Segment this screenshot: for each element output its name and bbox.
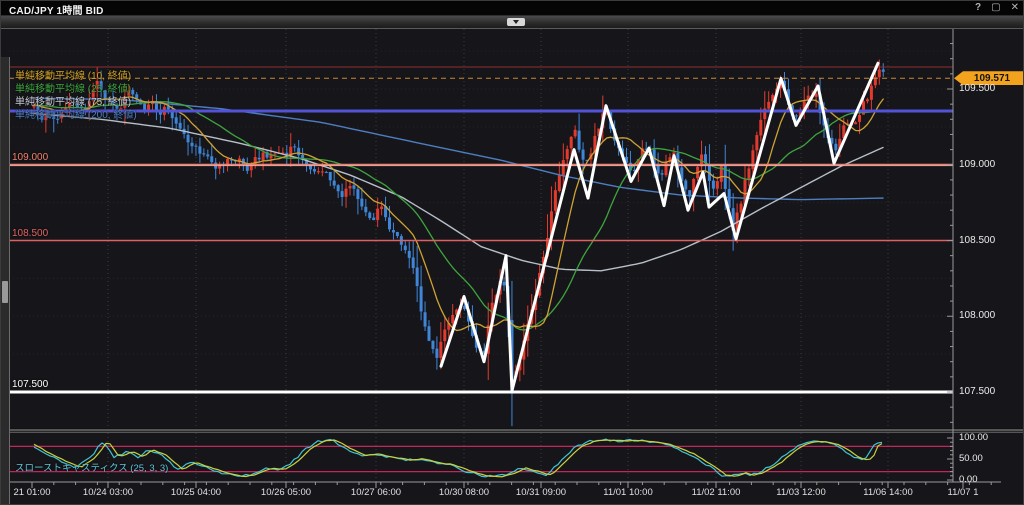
x-axis-label: 10/24 03:00	[73, 487, 143, 498]
x-axis-label: 10/27 06:00	[341, 487, 411, 498]
help-button[interactable]: ?	[975, 1, 981, 15]
ma75-line	[31, 113, 883, 271]
left-price-label: 107.500	[12, 379, 48, 390]
x-axis-label: 10/26 05:00	[251, 487, 321, 498]
price-axis-label: 107.500	[959, 386, 995, 397]
stoch-scale-label: 100.00	[959, 432, 988, 443]
toolbar-strip	[1, 16, 1024, 29]
chart-area: 単純移動平均線 (10, 終値)単純移動平均線 (25, 終値)単純移動平均線 …	[1, 29, 1024, 505]
scrollbar-thumb[interactable]	[2, 281, 8, 303]
stoch-scale-label: 50.00	[959, 453, 983, 464]
stoch-scale-label: 0.00	[959, 474, 978, 485]
legend-item-ma75[interactable]: 単純移動平均線 (75, 終値)	[15, 96, 137, 109]
candles-layer	[33, 60, 885, 427]
toolbar-toggle-button[interactable]	[507, 18, 525, 26]
price-axis-label: 109.000	[959, 159, 995, 170]
x-axis-label: 11/01 10:00	[593, 487, 663, 498]
indicator-legend: 単純移動平均線 (10, 終値)単純移動平均線 (25, 終値)単純移動平均線 …	[15, 70, 137, 122]
x-axis-label: 10/31 09:00	[506, 487, 576, 498]
x-axis-label: 11/06 14:00	[853, 487, 923, 498]
chevron-down-icon	[513, 20, 519, 24]
price-axis-label: 108.500	[959, 235, 995, 246]
maximize-button[interactable]: ▢	[991, 1, 1000, 15]
left-price-label: 108.500	[12, 228, 48, 239]
legend-item-ma25[interactable]: 単純移動平均線 (25, 終値)	[15, 83, 137, 96]
x-axis-label: 10/30 08:00	[429, 487, 499, 498]
legend-item-ma200[interactable]: 単純移動平均線 (200, 終値)	[15, 109, 137, 122]
ma200-line	[31, 98, 883, 199]
x-axis-label: 11/07 1	[928, 487, 998, 498]
hlines-layer[interactable]	[9, 67, 953, 392]
price-axis-label: 109.500	[959, 83, 995, 94]
stochastic-label[interactable]: スローストキャスティクス (25, 3, 3)	[15, 460, 168, 474]
x-axis-label: 11/02 11:00	[681, 487, 751, 498]
close-button[interactable]: ✕	[1011, 1, 1019, 15]
price-axis-label: 108.000	[959, 310, 995, 321]
x-axis-label: 11/03 12:00	[766, 487, 836, 498]
left-price-label: 109.000	[12, 152, 48, 163]
ma10-line	[34, 97, 883, 331]
x-axis-label: 10/25 04:00	[161, 487, 231, 498]
app-window: CAD/JPY 1時間 BID ? ▢ ✕ 単純移動平均線 (10, 終値)単純…	[0, 0, 1024, 505]
legend-item-ma10[interactable]: 単純移動平均線 (10, 終値)	[15, 70, 137, 83]
window-title: CAD/JPY 1時間 BID	[9, 2, 104, 17]
title-bar[interactable]: CAD/JPY 1時間 BID ? ▢ ✕	[1, 1, 1024, 16]
chart-canvas[interactable]	[1, 29, 1024, 505]
left-scrollbar[interactable]	[1, 57, 10, 505]
x-axis-label: 21 01:00	[0, 487, 67, 498]
